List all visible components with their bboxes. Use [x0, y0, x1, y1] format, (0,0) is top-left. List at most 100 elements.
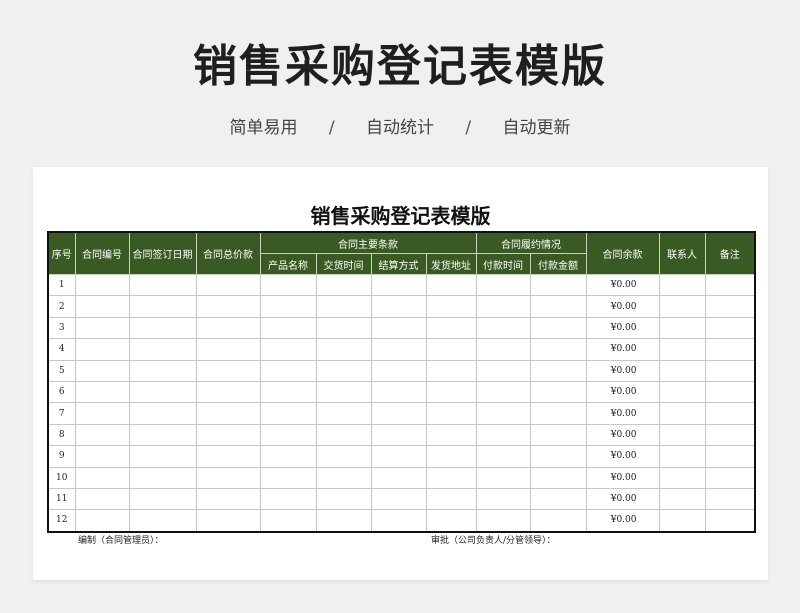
table-cell[interactable]	[370, 295, 427, 318]
table-cell[interactable]	[475, 423, 531, 447]
table-cell[interactable]	[529, 380, 587, 404]
table-cell[interactable]	[529, 402, 587, 425]
table-cell[interactable]	[128, 295, 197, 318]
table-cell[interactable]	[529, 316, 587, 340]
table-cell[interactable]	[475, 273, 531, 297]
table-cell[interactable]	[74, 295, 130, 318]
table-cell[interactable]	[475, 338, 531, 361]
table-cell[interactable]	[425, 273, 477, 297]
table-cell[interactable]	[529, 423, 587, 447]
table-cell[interactable]	[315, 423, 372, 447]
table-cell[interactable]	[425, 402, 477, 425]
table-cell[interactable]	[704, 466, 756, 489]
table-cell[interactable]	[475, 487, 531, 511]
table-cell[interactable]	[259, 380, 317, 404]
table-cell[interactable]	[658, 338, 706, 361]
table-cell[interactable]	[475, 380, 531, 404]
table-cell[interactable]	[259, 509, 317, 533]
table-cell[interactable]	[425, 466, 477, 489]
table-cell[interactable]	[704, 338, 756, 361]
table-cell[interactable]	[704, 380, 756, 404]
table-cell[interactable]	[425, 316, 477, 340]
table-cell[interactable]	[315, 338, 372, 361]
table-cell[interactable]	[259, 423, 317, 447]
table-cell[interactable]	[315, 445, 372, 468]
cell-seq[interactable]: 3	[47, 316, 76, 340]
table-cell[interactable]	[529, 509, 587, 533]
table-cell[interactable]	[315, 273, 372, 297]
table-cell[interactable]	[658, 487, 706, 511]
cell-seq[interactable]: 8	[47, 423, 76, 447]
table-cell[interactable]	[259, 338, 317, 361]
cell-balance[interactable]: ¥0.00	[585, 316, 660, 340]
table-cell[interactable]	[128, 316, 197, 340]
table-cell[interactable]	[425, 359, 477, 382]
cell-balance[interactable]: ¥0.00	[585, 402, 660, 425]
table-cell[interactable]	[74, 316, 130, 340]
cell-seq[interactable]: 9	[47, 445, 76, 468]
table-cell[interactable]	[315, 466, 372, 489]
table-cell[interactable]	[370, 338, 427, 361]
table-cell[interactable]	[475, 445, 531, 468]
table-cell[interactable]	[74, 466, 130, 489]
table-cell[interactable]	[658, 295, 706, 318]
cell-seq[interactable]: 5	[47, 359, 76, 382]
table-cell[interactable]	[195, 466, 261, 489]
cell-seq[interactable]: 7	[47, 402, 76, 425]
table-cell[interactable]	[195, 338, 261, 361]
table-cell[interactable]	[259, 295, 317, 318]
table-cell[interactable]	[195, 316, 261, 340]
table-cell[interactable]	[370, 402, 427, 425]
table-cell[interactable]	[259, 487, 317, 511]
table-cell[interactable]	[195, 359, 261, 382]
cell-seq[interactable]: 6	[47, 380, 76, 404]
table-cell[interactable]	[259, 273, 317, 297]
table-cell[interactable]	[74, 359, 130, 382]
table-cell[interactable]	[74, 487, 130, 511]
cell-balance[interactable]: ¥0.00	[585, 380, 660, 404]
table-cell[interactable]	[128, 445, 197, 468]
table-cell[interactable]	[259, 445, 317, 468]
table-cell[interactable]	[195, 487, 261, 511]
table-cell[interactable]	[128, 380, 197, 404]
table-cell[interactable]	[370, 380, 427, 404]
table-cell[interactable]	[658, 509, 706, 533]
table-cell[interactable]	[658, 402, 706, 425]
table-cell[interactable]	[370, 316, 427, 340]
cell-balance[interactable]: ¥0.00	[585, 338, 660, 361]
table-cell[interactable]	[704, 316, 756, 340]
table-cell[interactable]	[128, 273, 197, 297]
cell-balance[interactable]: ¥0.00	[585, 295, 660, 318]
cell-seq[interactable]: 10	[47, 466, 76, 489]
table-cell[interactable]	[195, 380, 261, 404]
table-cell[interactable]	[425, 487, 477, 511]
table-cell[interactable]	[704, 359, 756, 382]
table-cell[interactable]	[475, 402, 531, 425]
cell-balance[interactable]: ¥0.00	[585, 423, 660, 447]
table-cell[interactable]	[315, 509, 372, 533]
table-cell[interactable]	[370, 423, 427, 447]
table-cell[interactable]	[425, 295, 477, 318]
cell-seq[interactable]: 11	[47, 487, 76, 511]
cell-balance[interactable]: ¥0.00	[585, 359, 660, 382]
table-cell[interactable]	[315, 402, 372, 425]
table-cell[interactable]	[315, 295, 372, 318]
table-cell[interactable]	[370, 445, 427, 468]
table-cell[interactable]	[195, 295, 261, 318]
table-cell[interactable]	[658, 466, 706, 489]
table-cell[interactable]	[370, 487, 427, 511]
table-cell[interactable]	[74, 380, 130, 404]
table-cell[interactable]	[658, 423, 706, 447]
table-cell[interactable]	[259, 316, 317, 340]
table-cell[interactable]	[529, 445, 587, 468]
table-cell[interactable]	[370, 359, 427, 382]
table-cell[interactable]	[529, 295, 587, 318]
table-cell[interactable]	[259, 359, 317, 382]
table-cell[interactable]	[425, 380, 477, 404]
table-cell[interactable]	[74, 509, 130, 533]
table-cell[interactable]	[704, 487, 756, 511]
table-cell[interactable]	[128, 359, 197, 382]
table-cell[interactable]	[74, 423, 130, 447]
table-cell[interactable]	[315, 487, 372, 511]
cell-balance[interactable]: ¥0.00	[585, 445, 660, 468]
